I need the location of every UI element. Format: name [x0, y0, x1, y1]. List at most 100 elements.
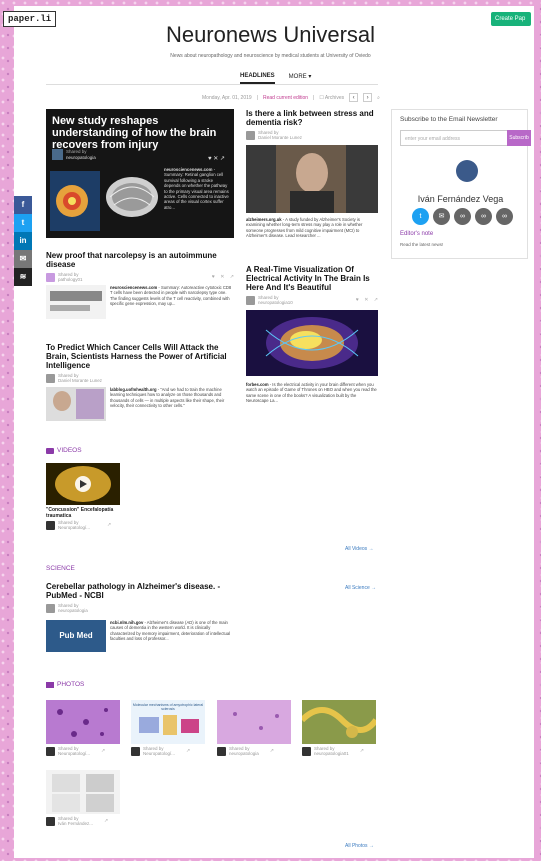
hero-author[interactable]: neuropatologia — [66, 155, 96, 160]
photo-histology-2[interactable] — [217, 700, 291, 744]
excerpt-source[interactable]: neurosciencenews.com — [110, 285, 157, 290]
current-edition-link[interactable]: Read current edition — [263, 95, 308, 101]
videos-section-header[interactable]: VIDEOS — [46, 447, 82, 454]
editor-avatar — [456, 160, 478, 182]
article-title[interactable]: To Predict Which Cancer Cells Will Attac… — [46, 343, 236, 370]
pubmed-logo: Pub Med — [46, 620, 106, 652]
author[interactable]: Iván Fernández... — [58, 821, 93, 826]
video-byline: Shared by Neuropatologí... ↗ — [46, 520, 113, 530]
share-icon[interactable]: ↗ — [186, 748, 192, 754]
videos-label[interactable]: VIDEOS — [57, 447, 82, 454]
article-image — [246, 145, 378, 213]
excerpt-source[interactable]: labblog.uofmhealth.org — [110, 387, 157, 392]
article-narcolepsy[interactable]: New proof that narcolepsy is an autoimmu… — [46, 251, 236, 319]
hero-excerpt-text: - Summary: Retinal ganglion cell surviva… — [164, 167, 229, 210]
photo-histology-1[interactable] — [46, 700, 120, 744]
share-icon-4[interactable]: ≋ — [14, 268, 32, 286]
photos-label[interactable]: PHOTOS — [57, 681, 84, 688]
edition-bar: Monday, Apr. 01, 2019 | Read current edi… — [202, 93, 380, 102]
article-cancer-ai[interactable]: To Predict Which Cancer Cells Will Attac… — [46, 343, 236, 421]
author[interactable]: neuropatologia01 — [314, 751, 349, 756]
share-icon[interactable]: ↗ — [270, 748, 276, 754]
all-photos-link[interactable]: All Photos → — [345, 843, 374, 849]
tab-more[interactable]: MORE ▾ — [289, 73, 312, 84]
photo-caption: Shared by Iván Fernández... ↗ — [46, 816, 110, 826]
article-title[interactable]: Is there a link between stress and demen… — [246, 109, 380, 127]
article-cerebellar[interactable]: Cerebellar pathology in Alzheimer's dise… — [46, 582, 236, 652]
email-icon[interactable]: ✉ — [433, 208, 450, 225]
article-excerpt: forbes.com - Is the electrical activity … — [246, 382, 378, 403]
hero-social-icons[interactable]: ♥ ✕ ↗ — [208, 155, 225, 162]
article-image — [46, 387, 106, 421]
author[interactable]: Neuropatologí... — [143, 751, 175, 756]
all-science-link[interactable]: All Science → — [345, 585, 376, 591]
author[interactable]: neuropatologia — [58, 608, 88, 613]
link-icon[interactable]: ∞ — [454, 208, 471, 225]
prev-arrow-icon[interactable]: ‹ — [349, 93, 359, 102]
share-icon-1[interactable]: t — [14, 214, 32, 232]
photo-caption: Shared by neuropatologia ↗ — [217, 746, 276, 756]
video-thumbnail[interactable] — [46, 463, 120, 505]
excerpt-source[interactable]: ncbi.nlm.nih.gov — [110, 620, 143, 625]
hero-avatar — [52, 149, 63, 160]
science-section-header[interactable]: SCIENCE — [46, 565, 75, 572]
share-icon-2[interactable]: in — [14, 232, 32, 250]
avatar — [131, 746, 140, 756]
article-stress-dementia[interactable]: Is there a link between stress and demen… — [246, 109, 380, 238]
archives-link[interactable]: ☐ Archives — [319, 95, 344, 101]
share-icon[interactable]: ↗ — [104, 818, 110, 824]
author[interactable]: neuropatologia10 — [258, 300, 293, 305]
photos-section-header[interactable]: PHOTOS — [46, 681, 84, 688]
all-videos-link[interactable]: All Videos → — [345, 546, 374, 552]
excerpt-source[interactable]: forbes.com — [246, 382, 269, 387]
article-image — [46, 285, 106, 319]
hero-title[interactable]: New study reshapes understanding of how … — [52, 115, 230, 151]
excerpt-source[interactable]: alzheimers.org.uk — [246, 217, 282, 222]
article-title[interactable]: New proof that narcolepsy is an autoimmu… — [46, 251, 236, 269]
molecular-diagram — [139, 715, 199, 735]
author[interactable]: Daniel Morante Lunez — [58, 378, 102, 383]
share-icon[interactable]: ↗ — [101, 748, 107, 754]
avatar — [46, 816, 55, 826]
editor-social-icons: t ✉ ∞ ∞ ∞ — [412, 208, 513, 225]
photo-molecular-mechanisms[interactable]: Molecular mechanisms of amyotrophic late… — [131, 700, 205, 744]
article-title[interactable]: A Real-Time Visualization Of Electrical … — [246, 265, 380, 292]
photo-microscopy[interactable] — [46, 770, 120, 814]
share-icon[interactable]: ↗ — [107, 522, 113, 528]
video-title[interactable]: "Concussion" Encefalopatía traumatica — [46, 507, 126, 519]
author[interactable]: pathology01 — [58, 277, 83, 282]
share-icon-3[interactable]: ✉ — [14, 250, 32, 268]
article-byline: Shared by Daniel Morante Lunez — [46, 373, 236, 383]
search-icon[interactable]: ⌕ — [377, 95, 380, 101]
article-byline: Shared by pathology01 ♥ ✕ ↗ — [46, 272, 236, 282]
photo-histology-3[interactable] — [302, 700, 376, 744]
subscribe-button[interactable]: Subscrib — [507, 130, 531, 146]
hero-excerpt-source[interactable]: neurosciencenews.com — [164, 167, 212, 172]
tab-headlines[interactable]: HEADLINES — [240, 73, 275, 84]
hero-shared: Shared by — [66, 149, 87, 154]
article-title[interactable]: Cerebellar pathology in Alzheimer's dise… — [46, 582, 236, 600]
photo-caption: Shared by neuropatologia01 ↗ — [302, 746, 366, 756]
link-icon[interactable]: ∞ — [496, 208, 513, 225]
avatar — [217, 746, 226, 756]
newsletter-widget: Subscribe to the Email Newsletter enter … — [391, 109, 531, 259]
share-icon[interactable]: ↗ — [360, 748, 366, 754]
hero-article[interactable]: New study reshapes understanding of how … — [46, 109, 234, 238]
avatar — [46, 373, 55, 383]
email-field[interactable]: enter your email address — [400, 130, 508, 146]
article-byline: Shared by neuropatologia10 ♥ ✕ ↗ — [246, 295, 380, 305]
social-icons[interactable]: ♥ ✕ ↗ — [212, 274, 236, 280]
article-visualization[interactable]: A Real-Time Visualization Of Electrical … — [246, 265, 380, 403]
author[interactable]: neuropatologia — [229, 751, 259, 756]
author[interactable]: Neuropatologí... — [58, 751, 90, 756]
social-icons[interactable]: ♥ ✕ ↗ — [356, 297, 380, 303]
next-arrow-icon[interactable]: › — [363, 93, 373, 102]
science-label[interactable]: SCIENCE — [46, 565, 75, 572]
author[interactable]: Daniel Morante Lunez — [258, 135, 302, 140]
hero-brain-image — [50, 171, 158, 231]
video-icon — [46, 447, 54, 454]
twitter-icon[interactable]: t — [412, 208, 429, 225]
author[interactable]: Neuropatologí... — [58, 525, 90, 530]
share-icon-0[interactable]: f — [14, 196, 32, 214]
link-icon[interactable]: ∞ — [475, 208, 492, 225]
